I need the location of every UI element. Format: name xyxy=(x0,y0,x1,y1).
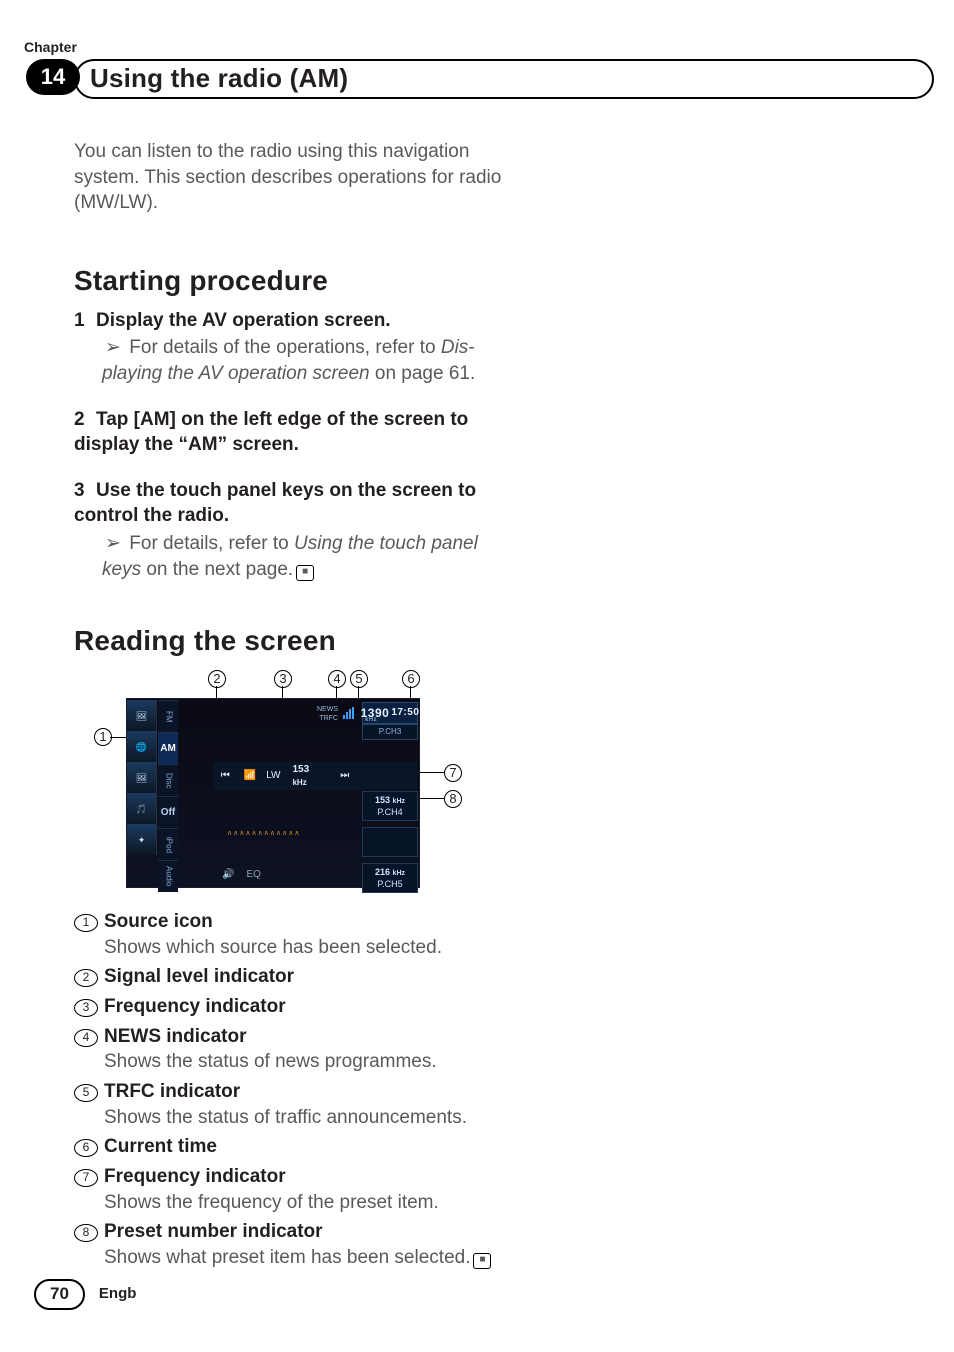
legend-8: 8Preset number indicatorShows what prese… xyxy=(74,1219,504,1270)
source-disc[interactable]: Disc xyxy=(158,764,178,796)
legend-7: 7Frequency indicatorShows the frequency … xyxy=(74,1164,504,1215)
next-track-icon[interactable]: ⏭ xyxy=(332,769,357,783)
screen-diagram: 2 3 4 5 6 1 7 8 NEWSTRFC xyxy=(94,670,464,895)
legend-6: 6Current time xyxy=(74,1134,504,1160)
thumb-icon[interactable]: 🖼 xyxy=(127,700,157,731)
tuner-row: ⏮ 📶 LW 153 kHz ⏭ xyxy=(213,762,417,790)
prev-track-icon[interactable]: ⏮ xyxy=(213,769,238,783)
callout-8: 8 xyxy=(444,790,462,808)
section-end-icon: ■ xyxy=(296,565,314,581)
preset-2[interactable] xyxy=(362,827,418,857)
step-1-reference: ➢ For details of the operations, refer t… xyxy=(102,335,504,386)
page-title: Using the radio (AM) xyxy=(74,59,934,99)
music-icon[interactable]: 🎵 xyxy=(127,793,157,824)
globe-icon[interactable]: 🌐 xyxy=(127,731,157,762)
source-fm[interactable]: FM xyxy=(158,700,178,732)
clock-display: 1390kHz17:50 xyxy=(362,702,418,724)
side-app-icons: 🖼 🌐 🖼 🎵 ✦ xyxy=(127,700,157,855)
legend-1: 1Source iconShows which source has been … xyxy=(74,909,504,960)
thumb2-icon[interactable]: 🖼 xyxy=(127,762,157,793)
step-1: 1Display the AV operation screen. xyxy=(74,308,504,334)
source-am[interactable]: AM xyxy=(158,732,178,764)
reference-icon: ➢ xyxy=(102,335,124,361)
waveform-icon: ∧∧∧∧∧∧∧∧∧∧∧∧ xyxy=(227,829,347,845)
legend-5: 5TRFC indicatorShows the status of traff… xyxy=(74,1079,504,1130)
source-off[interactable]: Off xyxy=(158,796,178,828)
chapter-label: Chapter xyxy=(24,38,880,57)
legend-2: 2Signal level indicator xyxy=(74,964,504,990)
legend-4: 4NEWS indicatorShows the status of news … xyxy=(74,1024,504,1075)
callout-2: 2 xyxy=(208,670,226,688)
reference-icon: ➢ xyxy=(102,531,124,557)
legend-3: 3Frequency indicator xyxy=(74,994,504,1020)
source-audio[interactable]: Audio xyxy=(158,860,178,892)
section-reading-the-screen-heading: Reading the screen xyxy=(74,622,504,660)
intro-paragraph: You can listen to the radio using this n… xyxy=(74,139,504,216)
news-trfc-indicator: NEWSTRFC xyxy=(317,705,338,723)
step-3: 3Use the touch panel keys on the screen … xyxy=(74,478,504,529)
bluetooth-icon[interactable]: ✦ xyxy=(127,824,157,855)
chapter-number-badge: 14 xyxy=(26,59,80,95)
callout-6: 6 xyxy=(402,670,420,688)
preset-3[interactable]: 216 kHzP.CH5 xyxy=(362,863,418,893)
section-starting-procedure-heading: Starting procedure xyxy=(74,262,504,300)
preset-top: P.CH3 xyxy=(362,724,418,740)
page-footer: 70 Engb xyxy=(34,1279,136,1310)
page-header: 14 Using the radio (AM) xyxy=(26,59,934,99)
signal-icon: 📶 xyxy=(238,769,263,783)
callout-4: 4 xyxy=(328,670,346,688)
page-number: 70 xyxy=(34,1279,85,1310)
signal-bars-icon xyxy=(343,707,357,719)
callout-3: 3 xyxy=(274,670,292,688)
source-bar: FM AM Disc Off iPod Audio xyxy=(158,700,178,892)
locale-label: Engb xyxy=(99,1284,137,1304)
section-end-icon: ■ xyxy=(473,1253,491,1269)
eq-button[interactable]: EQ xyxy=(246,868,260,882)
step-2: 2Tap [AM] on the left edge of the screen… xyxy=(74,407,504,458)
callout-7: 7 xyxy=(444,764,462,782)
bottom-toolbar: 🔊 EQ xyxy=(222,868,261,882)
screen-legend: 1Source iconShows which source has been … xyxy=(74,909,504,1270)
step-3-reference: ➢ For details, refer to Using the touch … xyxy=(102,531,504,582)
source-ipod[interactable]: iPod xyxy=(158,828,178,860)
sound-icon[interactable]: 🔊 xyxy=(222,868,234,882)
callout-5: 5 xyxy=(350,670,368,688)
preset-1[interactable]: 153 kHzP.CH4 xyxy=(362,791,418,821)
